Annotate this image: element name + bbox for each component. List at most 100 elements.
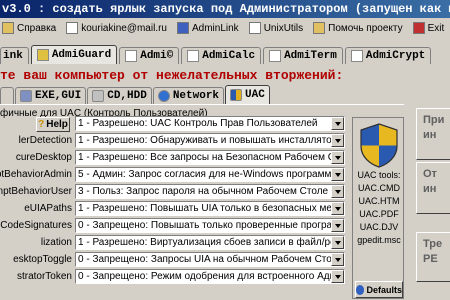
menu-label-help: Справка [17, 22, 57, 34]
banner-text: те ваш компьютер от нежелательных вторже… [0, 68, 344, 83]
side-button-1[interactable]: При ин [416, 108, 450, 160]
side-button-1-line2: ин [423, 129, 437, 141]
uac-tools-title: UAC tools: [357, 170, 401, 180]
tab-admiguard[interactable]: AdmiGuard [30, 45, 118, 64]
chevron-down-icon[interactable] [331, 253, 344, 266]
unix-icon [248, 22, 261, 34]
tab-admiterm[interactable]: AdmiTerm [263, 47, 343, 64]
tab-admiguard-label: AdmiGuard [51, 49, 112, 61]
setting-name: mptBehaviorAdmin [0, 169, 72, 180]
chevron-down-icon[interactable] [331, 202, 344, 215]
link-icon [176, 22, 189, 34]
gpedit-button[interactable]: gpedit.msc [356, 235, 402, 247]
setting-row: eUIAPaths 1 - Разрешено: Повышать UIA тол… [0, 201, 346, 216]
chevron-down-icon[interactable] [331, 270, 344, 283]
subtab-cd-hdd[interactable]: CD,HDD [87, 87, 152, 104]
setting-row: cureDesktop 1 - Разрешено: Все запросы на… [0, 150, 346, 165]
chevron-down-icon[interactable] [331, 151, 344, 164]
uac-pdf-button[interactable]: UAC.PDF [356, 209, 402, 221]
setting-select[interactable]: 0 - Запрещено: Запросы UIA на обычном Ра… [75, 252, 345, 267]
setting-row: ainCodeSignatures 0 - Запрещено: Повышать… [0, 218, 346, 233]
subtab-partial[interactable] [0, 87, 14, 104]
setting-row: 1 - Разрешено: UAC Контроль Прав Пользов… [0, 116, 346, 131]
setting-row: stratorToken 0 - Запрещено: Режим одобрен… [0, 269, 346, 284]
setting-select[interactable]: 1 - Разрешено: Все запросы на Безопасном… [75, 150, 345, 165]
tab-admi-copyright[interactable]: Admi© [119, 47, 180, 64]
tab-admiterm-label: AdmiTerm [284, 50, 337, 62]
setting-name: esktopToggle [13, 254, 72, 265]
subtab-uac[interactable]: UAC [225, 85, 270, 104]
setting-value: 1 - Разрешено: Виртуализация сбоев запис… [78, 237, 345, 248]
subtab-network[interactable]: Network [152, 87, 225, 104]
uac-cmd-button[interactable]: UAC.CMD [356, 183, 402, 195]
chevron-down-icon[interactable] [331, 185, 344, 198]
menu-item-help[interactable]: Справка [2, 22, 56, 34]
sub-tab-strip: EXE,GUI CD,HDD Network UAC [0, 85, 310, 104]
setting-value: 1 - Разрешено: Обнаруживать и повышать и… [78, 135, 345, 146]
setting-select[interactable]: 0 - Запрещено: Режим одобрения для встро… [75, 269, 345, 284]
side-button-2[interactable]: От ин [416, 162, 450, 214]
chevron-down-icon[interactable] [331, 219, 344, 232]
uac-htm-button[interactable]: UAC.HTM [356, 196, 402, 208]
setting-select[interactable]: 1 - Разрешено: Обнаруживать и повышать и… [75, 133, 345, 148]
setting-row: mptBehaviorAdmin 5 - Админ: Запрос соглас… [0, 167, 346, 182]
defaults-label: Defaults [366, 284, 402, 295]
heart-icon [313, 22, 326, 34]
disk-icon [92, 90, 105, 102]
subtab-exe-gui-label: EXE,GUI [35, 90, 82, 102]
tab-link[interactable]: ink [0, 47, 29, 64]
document-icon [125, 50, 138, 62]
tab-admicrypt[interactable]: AdmiCrypt [344, 47, 432, 64]
setting-value: 1 - Разрешено: Повышать UIA только в без… [78, 203, 345, 214]
menu-item-mail[interactable]: kouriakine@mail.ru [66, 22, 167, 34]
window-title: v3.0 : создать ярлык запуска под Админис… [0, 0, 450, 18]
lock-icon [350, 50, 363, 62]
defaults-button[interactable]: Defaults [355, 281, 403, 298]
tab-admicalc-label: AdmiCalc [202, 50, 256, 62]
setting-select[interactable]: 1 - Разрешено: UAC Контроль Прав Пользов… [75, 116, 345, 131]
setting-value: 1 - Разрешено: Все запросы на Безопасном… [78, 152, 345, 163]
setting-select[interactable]: 5 - Админ: Запрос согласия для не-Window… [75, 167, 345, 182]
chevron-down-icon[interactable] [331, 117, 344, 130]
side-button-3[interactable]: Тре РЕ [416, 232, 450, 282]
menu-label-unixutils: UnixUtils [263, 22, 304, 34]
network-icon [157, 90, 170, 102]
side-button-3-line1: Тре [423, 238, 443, 250]
chevron-down-icon[interactable] [331, 134, 344, 147]
setting-value: 0 - Запрещено: Запросы UIA на обычном Ра… [78, 254, 344, 265]
menu-label-mail: kouriakine@mail.ru [81, 22, 167, 34]
setting-select[interactable]: 1 - Разрешено: Повышать UIA только в без… [75, 201, 345, 216]
setting-row: mptBehaviorUser 3 - Польз: Запрос пароля … [0, 184, 346, 199]
help-book-icon [2, 22, 14, 34]
setting-select[interactable]: 3 - Польз: Запрос пароля на обычном Рабо… [75, 184, 345, 199]
setting-value: 1 - Разрешено: UAC Контроль Прав Пользов… [78, 118, 318, 129]
menu-label-adminlink: AdminLink [191, 22, 239, 34]
menu-item-exit[interactable]: Exit [412, 22, 445, 34]
uac-djv-button[interactable]: UAC.DJV [356, 222, 402, 234]
setting-select[interactable]: 1 - Разрешено: Виртуализация сбоев запис… [75, 235, 345, 250]
uac-shield-icon [360, 123, 398, 168]
subtab-cd-hdd-label: CD,HDD [107, 90, 147, 102]
setting-row: esktopToggle 0 - Запрещено: Запросы UIA н… [0, 252, 346, 267]
menu-item-donate[interactable]: Помочь проекту [313, 22, 403, 34]
chevron-down-icon[interactable] [331, 236, 344, 249]
setting-select[interactable]: 0 - Запрещено: Повышать только проверенн… [75, 218, 345, 233]
tab-admicalc[interactable]: AdmiCalc [181, 47, 262, 64]
setting-name: ainCodeSignatures [0, 220, 72, 231]
tab-admi-copyright-label: Admi© [140, 50, 174, 62]
chevron-down-icon[interactable] [331, 168, 344, 181]
setting-row: lerDetection 1 - Разрешено: Обнаруживать … [0, 133, 346, 148]
mail-icon [66, 22, 79, 34]
setting-name: cureDesktop [15, 152, 72, 163]
setting-row: lization 1 - Разрешено: Виртуализация сбо… [0, 235, 346, 250]
main-tab-strip: ink AdmiGuard Admi© AdmiCalc AdmiTerm Ad… [0, 45, 450, 64]
menu-item-adminlink[interactable]: AdminLink [176, 22, 239, 34]
setting-name: lization [40, 237, 72, 248]
calculator-icon [187, 50, 200, 62]
shield-icon [36, 49, 49, 61]
setting-name: eUIAPaths [24, 203, 72, 214]
menu-item-unixutils[interactable]: UnixUtils [248, 22, 304, 34]
window-icon [20, 90, 32, 102]
menu-label-exit: Exit [427, 22, 445, 34]
subtab-exe-gui[interactable]: EXE,GUI [15, 87, 87, 104]
